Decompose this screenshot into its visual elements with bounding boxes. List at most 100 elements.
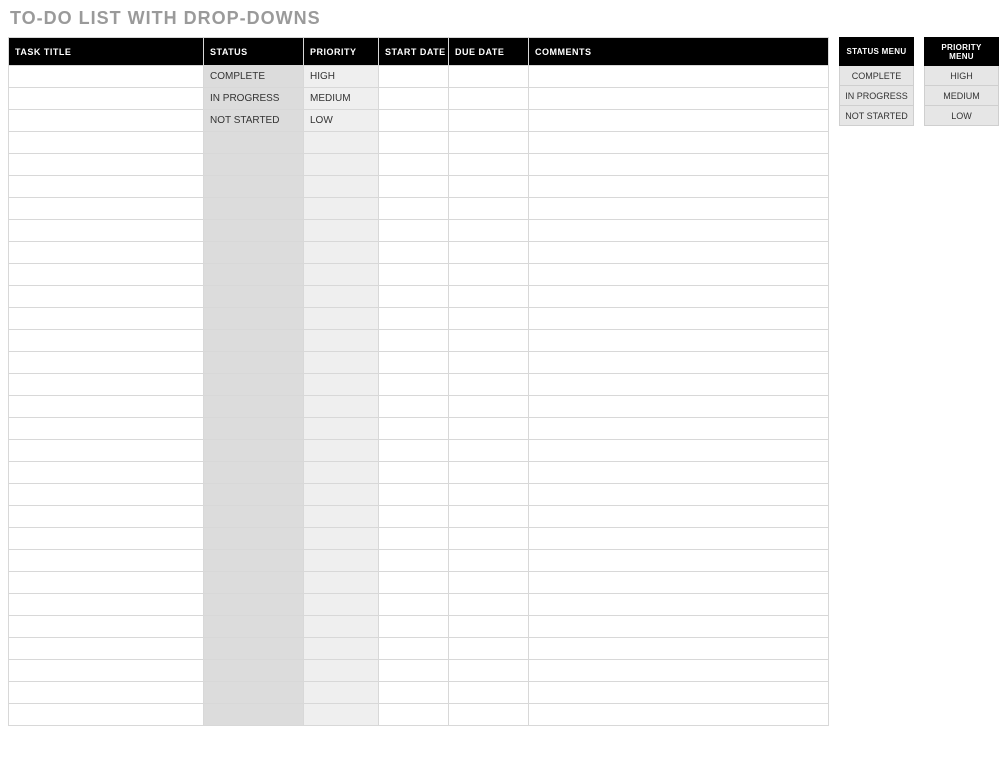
cell-task[interactable]	[9, 484, 204, 506]
cell-priority[interactable]	[304, 484, 379, 506]
cell-start[interactable]	[379, 220, 449, 242]
cell-status[interactable]	[204, 242, 304, 264]
cell-due[interactable]	[449, 66, 529, 88]
cell-comments[interactable]	[529, 176, 829, 198]
priority-menu-item[interactable]: MEDIUM	[925, 86, 999, 106]
cell-task[interactable]	[9, 704, 204, 726]
cell-status[interactable]	[204, 132, 304, 154]
cell-comments[interactable]	[529, 462, 829, 484]
cell-due[interactable]	[449, 462, 529, 484]
cell-task[interactable]	[9, 682, 204, 704]
cell-start[interactable]	[379, 110, 449, 132]
cell-priority[interactable]	[304, 198, 379, 220]
cell-priority[interactable]	[304, 682, 379, 704]
cell-start[interactable]	[379, 462, 449, 484]
cell-start[interactable]	[379, 572, 449, 594]
cell-status[interactable]	[204, 154, 304, 176]
cell-due[interactable]	[449, 484, 529, 506]
cell-task[interactable]	[9, 616, 204, 638]
cell-task[interactable]	[9, 506, 204, 528]
cell-comments[interactable]	[529, 286, 829, 308]
cell-status[interactable]	[204, 616, 304, 638]
cell-comments[interactable]	[529, 242, 829, 264]
cell-priority[interactable]	[304, 220, 379, 242]
cell-task[interactable]	[9, 242, 204, 264]
cell-start[interactable]	[379, 528, 449, 550]
cell-due[interactable]	[449, 638, 529, 660]
cell-task[interactable]	[9, 550, 204, 572]
cell-status[interactable]	[204, 506, 304, 528]
cell-priority[interactable]	[304, 352, 379, 374]
cell-task[interactable]	[9, 154, 204, 176]
cell-comments[interactable]	[529, 198, 829, 220]
cell-task[interactable]	[9, 462, 204, 484]
cell-due[interactable]	[449, 110, 529, 132]
cell-task[interactable]	[9, 110, 204, 132]
cell-comments[interactable]	[529, 506, 829, 528]
cell-due[interactable]	[449, 330, 529, 352]
cell-task[interactable]	[9, 418, 204, 440]
cell-priority[interactable]	[304, 704, 379, 726]
cell-comments[interactable]	[529, 88, 829, 110]
cell-due[interactable]	[449, 572, 529, 594]
cell-priority[interactable]	[304, 528, 379, 550]
cell-due[interactable]	[449, 418, 529, 440]
cell-task[interactable]	[9, 308, 204, 330]
cell-comments[interactable]	[529, 66, 829, 88]
cell-task[interactable]	[9, 66, 204, 88]
cell-due[interactable]	[449, 528, 529, 550]
cell-due[interactable]	[449, 154, 529, 176]
cell-status[interactable]	[204, 286, 304, 308]
cell-comments[interactable]	[529, 352, 829, 374]
cell-start[interactable]	[379, 616, 449, 638]
cell-due[interactable]	[449, 198, 529, 220]
cell-start[interactable]	[379, 198, 449, 220]
cell-priority[interactable]	[304, 132, 379, 154]
cell-start[interactable]	[379, 352, 449, 374]
cell-priority[interactable]	[304, 374, 379, 396]
cell-start[interactable]	[379, 66, 449, 88]
cell-priority[interactable]	[304, 594, 379, 616]
cell-start[interactable]	[379, 286, 449, 308]
cell-status[interactable]	[204, 374, 304, 396]
cell-status[interactable]	[204, 330, 304, 352]
cell-due[interactable]	[449, 308, 529, 330]
cell-status[interactable]	[204, 308, 304, 330]
cell-comments[interactable]	[529, 110, 829, 132]
cell-status[interactable]	[204, 220, 304, 242]
cell-comments[interactable]	[529, 550, 829, 572]
cell-comments[interactable]	[529, 638, 829, 660]
cell-status[interactable]	[204, 572, 304, 594]
cell-start[interactable]	[379, 88, 449, 110]
cell-comments[interactable]	[529, 594, 829, 616]
cell-task[interactable]	[9, 660, 204, 682]
cell-priority[interactable]	[304, 264, 379, 286]
cell-due[interactable]	[449, 132, 529, 154]
priority-menu-item[interactable]: HIGH	[925, 66, 999, 86]
cell-comments[interactable]	[529, 704, 829, 726]
cell-start[interactable]	[379, 660, 449, 682]
cell-due[interactable]	[449, 396, 529, 418]
cell-priority[interactable]	[304, 308, 379, 330]
cell-task[interactable]	[9, 132, 204, 154]
cell-status[interactable]	[204, 594, 304, 616]
cell-start[interactable]	[379, 396, 449, 418]
cell-priority[interactable]	[304, 440, 379, 462]
cell-comments[interactable]	[529, 132, 829, 154]
cell-comments[interactable]	[529, 616, 829, 638]
cell-status[interactable]: NOT STARTED	[204, 110, 304, 132]
cell-due[interactable]	[449, 616, 529, 638]
cell-start[interactable]	[379, 154, 449, 176]
cell-comments[interactable]	[529, 682, 829, 704]
cell-comments[interactable]	[529, 572, 829, 594]
cell-status[interactable]	[204, 198, 304, 220]
cell-comments[interactable]	[529, 330, 829, 352]
cell-status[interactable]	[204, 550, 304, 572]
cell-priority[interactable]	[304, 550, 379, 572]
cell-task[interactable]	[9, 638, 204, 660]
cell-priority[interactable]: MEDIUM	[304, 88, 379, 110]
cell-comments[interactable]	[529, 374, 829, 396]
cell-task[interactable]	[9, 528, 204, 550]
cell-start[interactable]	[379, 484, 449, 506]
cell-priority[interactable]: HIGH	[304, 66, 379, 88]
